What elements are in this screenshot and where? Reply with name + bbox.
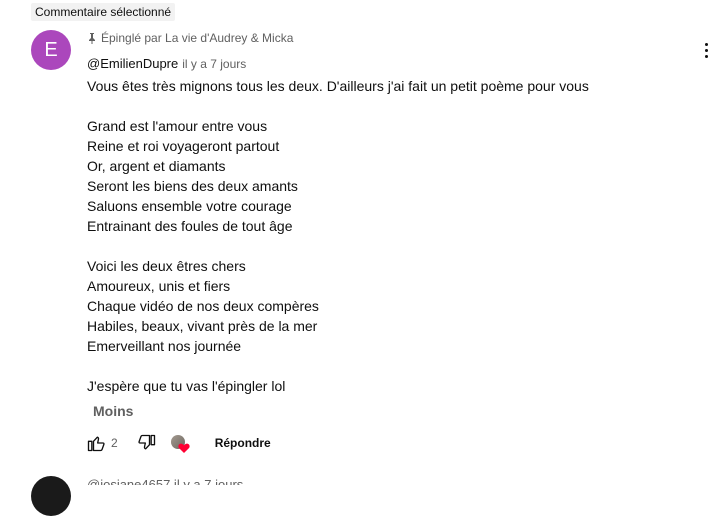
comment-line: Vous êtes très mignons tous les deux. D'… [87,78,589,94]
pinned-text: Épinglé par La vie d'Audrey & Micka [101,31,294,45]
thumbs-up-icon [87,436,105,452]
comment-author[interactable]: @EmilienDupre [87,56,178,71]
next-comment-avatar[interactable] [31,476,71,516]
comment-text: Vous êtes très mignons tous les deux. D'… [87,76,687,396]
next-comment-author[interactable]: @josiane4657 il y a 7 jours [87,477,243,485]
thumbs-down-icon [138,434,155,450]
comment-line: Emerveillant nos journée [87,338,242,354]
comment-blank-line [87,236,687,256]
more-vert-icon [704,42,708,46]
comment-header: @EmilienDupre il y a 7 jours [87,56,246,72]
pinned-label: Épinglé par La vie d'Audrey & Micka [87,30,293,46]
more-actions-button[interactable] [697,38,715,62]
creator-heart [169,432,191,454]
pin-icon [89,33,95,44]
comment-blank-line [87,96,687,116]
comment-line: Chaque vidéo de nos deux compères [87,298,319,314]
comment-line: Grand est l'amour entre vous [87,118,268,134]
comment-line: J'espère que tu vas l'épingler lol [87,378,286,394]
comment-blank-line [87,356,687,376]
selected-comment-badge: Commentaire sélectionné [31,3,176,21]
comment-line: Or, argent et diamants [87,158,226,174]
comment-line: Entrainant des foules de tout âge [87,218,293,234]
comment-line: Habiles, beaux, vivant près de la mer [87,318,318,334]
reply-button[interactable]: Répondre [215,431,271,455]
like-count: 2 [111,436,118,450]
comment-line: Seront les biens des deux amants [87,178,298,194]
show-less-button[interactable]: Moins [93,401,133,421]
comment-line: Saluons ensemble votre courage [87,198,292,214]
dislike-button[interactable] [135,431,159,455]
like-button[interactable] [84,431,108,455]
comment-line: Voici les deux êtres chers [87,258,246,274]
comment-line: Amoureux, unis et fiers [87,278,231,294]
comment-time[interactable]: il y a 7 jours [182,57,246,71]
comment-line: Reine et roi voyageront partout [87,138,280,154]
comment-actions: 2 Répondre [84,431,271,455]
avatar[interactable]: E [31,30,71,70]
heart-icon [178,443,190,453]
